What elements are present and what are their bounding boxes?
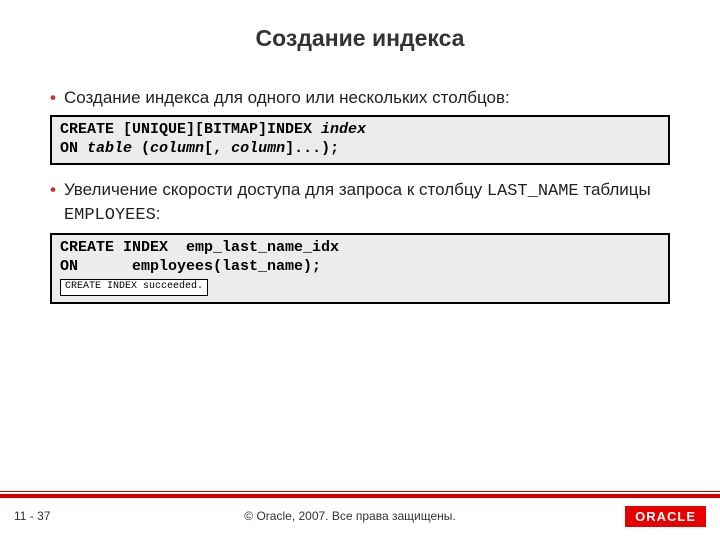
code-syntax-box: CREATE [UNIQUE][BITMAP]INDEX index ON ta… bbox=[50, 115, 670, 165]
page-number: 11 - 37 bbox=[14, 509, 94, 523]
code1-l1a: CREATE [UNIQUE][BITMAP]INDEX bbox=[60, 121, 321, 138]
code1-l2f: column bbox=[231, 140, 285, 157]
bullet-2-c2: EMPLOYEES bbox=[64, 206, 156, 225]
code1-l2a: ON bbox=[60, 140, 87, 157]
bullet-1-text: Создание индекса для одного или нескольк… bbox=[64, 87, 510, 109]
code1-l2b: table bbox=[87, 140, 132, 157]
code1-l2d: column bbox=[150, 140, 204, 157]
code-example-box: CREATE INDEX emp_last_name_idx ON employ… bbox=[50, 233, 670, 304]
bullet-2-c1: LAST_NAME bbox=[487, 182, 579, 201]
copyright-text: © Oracle, 2007. Все права защищены. bbox=[94, 509, 606, 523]
slide: Создание индекса • Создание индекса для … bbox=[0, 0, 720, 540]
footer-thin-line bbox=[0, 491, 720, 492]
bullet-2: • Увеличение скорости доступа для запрос… bbox=[50, 179, 670, 227]
code2-l1: CREATE INDEX emp_last_name_idx bbox=[60, 239, 339, 256]
code1-l2g: ]...); bbox=[285, 140, 339, 157]
bullet-dot-icon: • bbox=[50, 179, 56, 201]
footer: 11 - 37 © Oracle, 2007. Все права защище… bbox=[0, 494, 720, 540]
code2-l2: ON employees(last_name); bbox=[60, 258, 321, 275]
code1-l1b: index bbox=[321, 121, 366, 138]
slide-title: Создание индекса bbox=[50, 25, 670, 52]
bullet-2-text: Увеличение скорости доступа для запроса … bbox=[64, 179, 670, 227]
footer-content: 11 - 37 © Oracle, 2007. Все права защище… bbox=[0, 498, 720, 540]
code1-l2e: [, bbox=[204, 140, 231, 157]
code1-l2c: ( bbox=[132, 140, 150, 157]
code-result-box: CREATE INDEX succeeded. bbox=[60, 279, 208, 296]
oracle-logo: ORACLE bbox=[625, 506, 706, 527]
bullet-2-t3: : bbox=[156, 204, 161, 223]
bullet-dot-icon: • bbox=[50, 87, 56, 109]
logo-container: ORACLE bbox=[606, 506, 706, 527]
bullet-2-t1: Увеличение скорости доступа для запроса … bbox=[64, 180, 487, 199]
bullet-2-t2: таблицы bbox=[579, 180, 651, 199]
bullet-1: • Создание индекса для одного или нескол… bbox=[50, 87, 670, 109]
